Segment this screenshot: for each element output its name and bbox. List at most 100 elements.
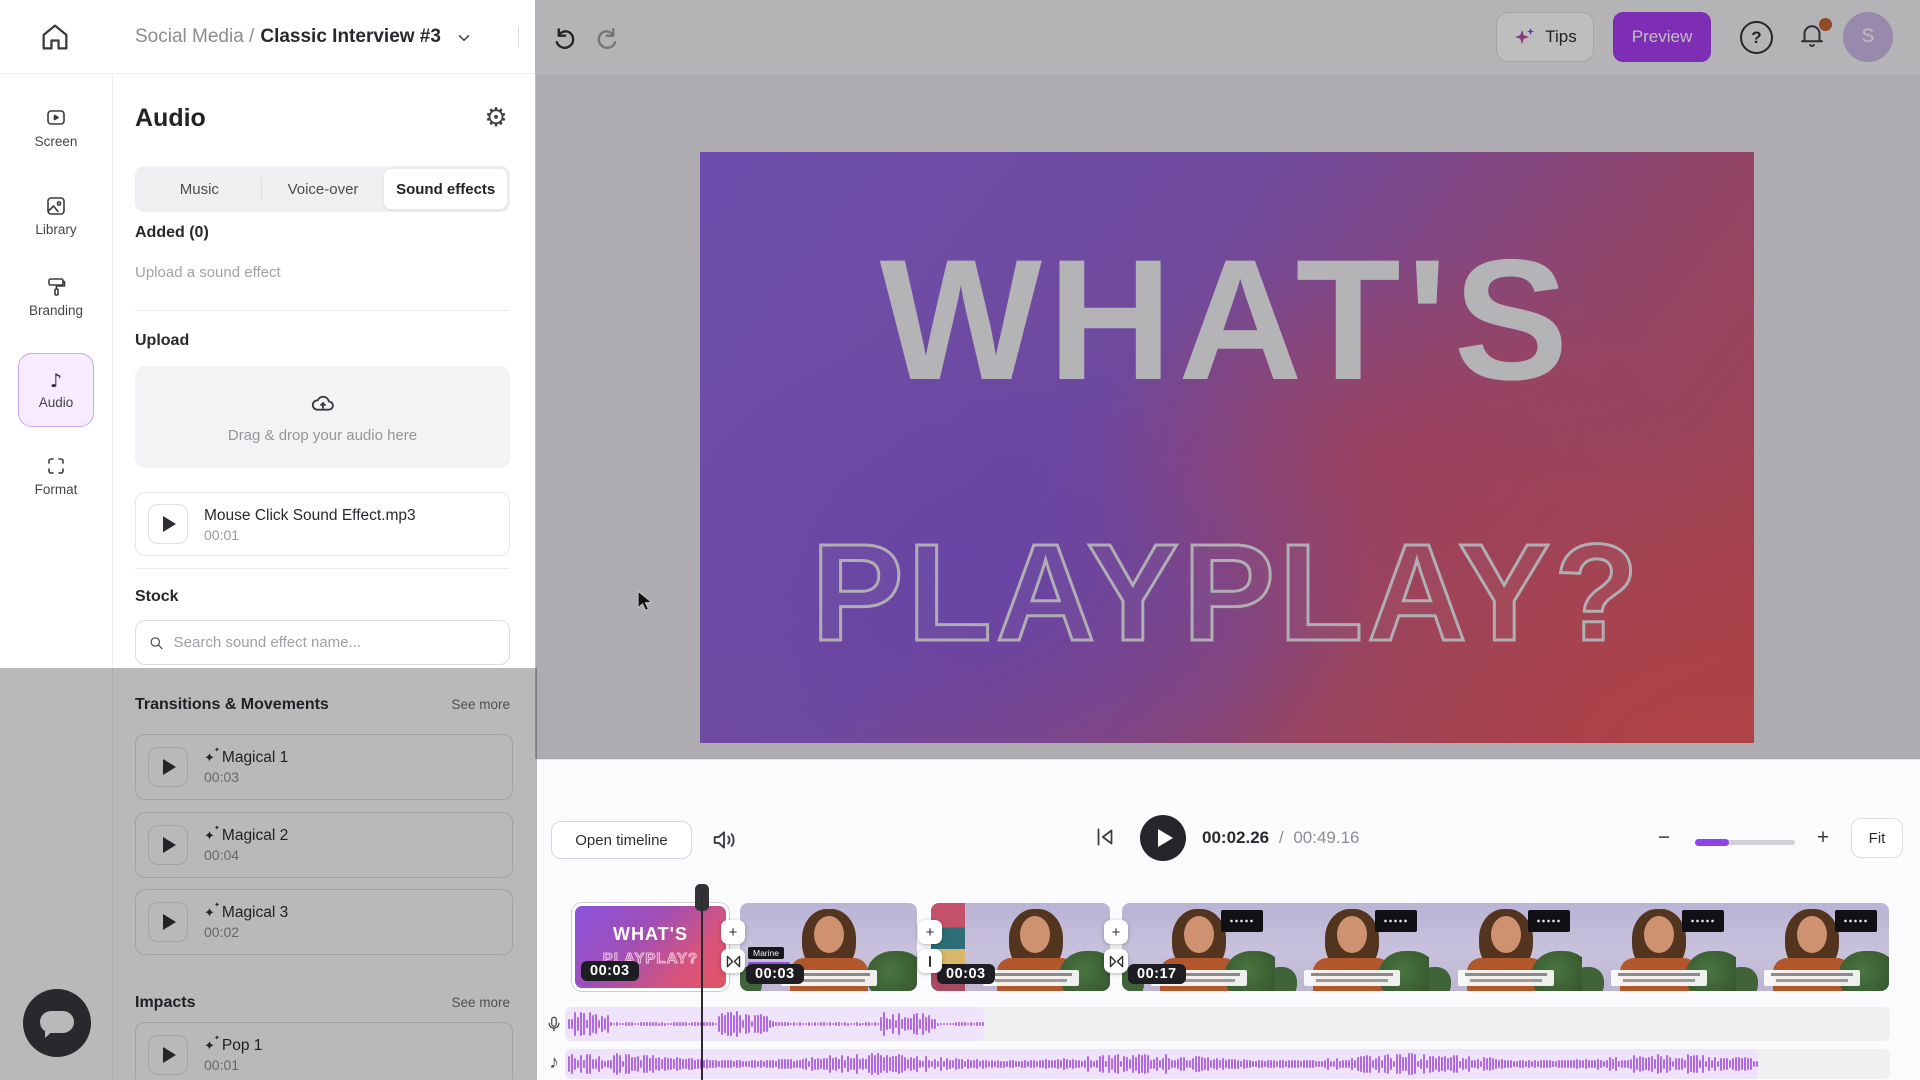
skip-to-start-button[interactable]: [1092, 824, 1120, 852]
notifications-button[interactable]: [1797, 20, 1831, 54]
search-input[interactable]: [174, 634, 497, 651]
add-clip-button[interactable]: +: [721, 920, 745, 944]
redo-button[interactable]: [594, 24, 624, 52]
section-header: Transitions & Movements See more: [135, 696, 510, 714]
sidebar-item-label: Branding: [0, 303, 112, 318]
stock-sound-row[interactable]: ✦Pop 1 00:01: [135, 1022, 513, 1080]
play-icon: [163, 759, 176, 775]
voiceover-track[interactable]: [565, 1007, 1890, 1041]
stock-heading: Stock: [135, 588, 179, 606]
uploaded-sound-row[interactable]: Mouse Click Sound Effect.mp3 00:01: [135, 492, 510, 556]
volume-button[interactable]: [709, 826, 741, 854]
stock-sound-row[interactable]: ✦Magical 3 00:02: [135, 889, 513, 955]
divider: [135, 310, 510, 311]
stock-sound-name: ✦Pop 1: [204, 1037, 262, 1055]
timeline-clip-4[interactable]: 00:17: [1122, 903, 1889, 991]
audio-panel: Audio ⚙ Music Voice-over Sound effects A…: [112, 74, 537, 1080]
cloud-upload-icon: [309, 391, 337, 419]
lower-third-name: Marine: [748, 947, 784, 959]
added-empty-text: Upload a sound effect: [135, 264, 281, 281]
stock-sound-duration: 00:01: [204, 1057, 262, 1073]
tips-button[interactable]: Tips: [1496, 12, 1594, 62]
play-button[interactable]: [148, 1035, 188, 1075]
clip-duration-badge: 00:03: [581, 961, 639, 981]
sidebar-item-branding[interactable]: Branding: [0, 275, 112, 318]
timeline-clip-2[interactable]: Marine 00:03: [740, 903, 917, 991]
sound-duration: 00:01: [204, 527, 416, 543]
branding-icon: [44, 275, 68, 299]
help-button[interactable]: ?: [1740, 21, 1773, 54]
sidebar-item-label: Format: [0, 482, 112, 497]
sidebar-item-format[interactable]: Format: [0, 454, 112, 497]
music-audio-segment[interactable]: [565, 1049, 1758, 1079]
zoom-slider-fill[interactable]: [1695, 839, 1729, 846]
transition-button[interactable]: [1104, 949, 1128, 973]
clip-duration-badge: 00:03: [937, 964, 995, 984]
sound-file-name: Mouse Click Sound Effect.mp3: [204, 505, 416, 527]
section-title: Impacts: [135, 994, 195, 1012]
open-timeline-button[interactable]: Open timeline: [551, 821, 692, 859]
sidebar-item-audio-active[interactable]: ♪ Audio: [18, 353, 94, 427]
play-icon: [163, 1047, 176, 1063]
sidebar-item-library[interactable]: Library: [0, 194, 112, 237]
stock-sound-duration: 00:04: [204, 847, 288, 863]
voiceover-waveform: [565, 1007, 984, 1041]
add-clip-button[interactable]: +: [918, 920, 942, 944]
fit-button[interactable]: Fit: [1851, 818, 1903, 858]
timeline-clip-1-selected[interactable]: WHAT'S PLAYPLAY? 00:03: [572, 903, 729, 991]
skip-to-start-icon: [1092, 824, 1118, 850]
time-display: 00:02.26 / 00:49.16: [1202, 828, 1360, 848]
tab-sound-effects[interactable]: Sound effects: [384, 169, 507, 209]
music-note-icon: ♪: [50, 370, 62, 392]
library-icon: [44, 194, 68, 218]
home-button[interactable]: [38, 20, 74, 56]
stock-sound-name: ✦Magical 2: [204, 827, 288, 845]
see-more-link[interactable]: See more: [451, 995, 510, 1010]
voiceover-audio-segment[interactable]: [565, 1007, 984, 1041]
clip-thumbnail: [1429, 903, 1582, 991]
transition-icon: [1109, 955, 1124, 968]
zoom-out-button[interactable]: −: [1650, 824, 1678, 852]
redo-icon: [594, 24, 622, 52]
zoom-slider[interactable]: [1695, 840, 1795, 845]
sidebar: Screen Library Branding ♪ Audio Format: [0, 74, 112, 1080]
music-track-icon: ♪: [543, 1052, 565, 1074]
question-mark-icon: ?: [1751, 28, 1761, 48]
split-button[interactable]: [918, 949, 942, 973]
clip-duration-badge: 00:03: [746, 964, 804, 984]
play-button[interactable]: [148, 504, 188, 544]
audio-dropzone[interactable]: Drag & drop your audio here: [135, 366, 510, 468]
music-track[interactable]: [565, 1049, 1890, 1079]
play-button[interactable]: [148, 825, 188, 865]
home-icon: [38, 20, 72, 54]
preview-button[interactable]: Preview: [1613, 12, 1711, 62]
tab-voice-over[interactable]: Voice-over: [262, 169, 385, 209]
playback-play-button[interactable]: [1140, 815, 1186, 861]
breadcrumb-folder: Social Media /: [135, 26, 254, 48]
sidebar-item-screen[interactable]: Screen: [0, 106, 112, 149]
add-clip-button[interactable]: +: [1104, 920, 1128, 944]
zoom-in-button[interactable]: +: [1809, 824, 1837, 852]
breadcrumb[interactable]: Social Media / Classic Interview #3: [135, 0, 441, 74]
time-separator: /: [1279, 828, 1284, 847]
see-more-link[interactable]: See more: [451, 697, 510, 712]
chevron-down-icon[interactable]: [455, 29, 473, 47]
undo-button[interactable]: [550, 24, 580, 52]
play-button[interactable]: [148, 902, 188, 942]
play-button[interactable]: [148, 747, 188, 787]
chat-support-button[interactable]: [23, 989, 91, 1057]
sidebar-item-label: Screen: [0, 134, 112, 149]
total-duration: 00:49.16: [1293, 828, 1359, 847]
section-title: Transitions & Movements: [135, 696, 329, 714]
gear-icon[interactable]: ⚙: [480, 102, 512, 134]
timeline-clip-3[interactable]: 00:03: [931, 903, 1110, 991]
microphone-icon: [545, 1013, 563, 1035]
transition-button[interactable]: [721, 949, 745, 973]
stock-sound-row[interactable]: ✦Magical 1 00:03: [135, 734, 513, 800]
tab-music[interactable]: Music: [138, 169, 261, 209]
avatar[interactable]: S: [1843, 12, 1893, 62]
upload-heading: Upload: [135, 332, 189, 350]
video-preview[interactable]: WHAT'S PLAYPLAY?: [700, 152, 1754, 743]
sparkle-icon: ✦: [204, 1039, 215, 1054]
stock-sound-row[interactable]: ✦Magical 2 00:04: [135, 812, 513, 878]
